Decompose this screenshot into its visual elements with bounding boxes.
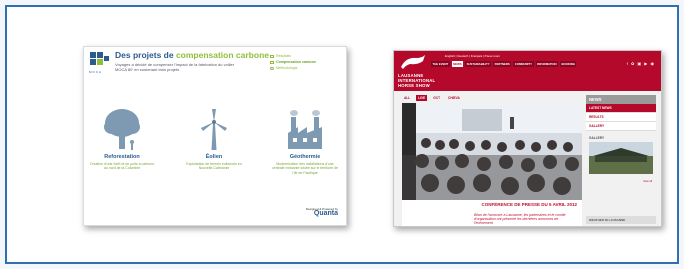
footer-brand: Quanta (313, 209, 338, 217)
tab-live[interactable]: LIVE (416, 95, 428, 101)
view-all-link[interactable]: View all (586, 180, 656, 183)
tree-icon (104, 109, 140, 150)
sidebar-item-gallery[interactable]: GALLERY (586, 122, 656, 131)
gallery-heading: GALLERY (589, 136, 605, 140)
brand-line: HORSE SHOW (398, 83, 430, 88)
project-desc: Modernisation des installations d'une ce… (272, 162, 338, 175)
sidebar-item-results[interactable]: RESULTS (586, 113, 656, 122)
title-part1: Des projets de (115, 50, 176, 60)
wind-turbine-icon (201, 109, 227, 150)
gallery-thumbnail[interactable] (589, 142, 653, 174)
factory-icon (288, 110, 322, 149)
news-tabs: ALL LIVE GCT CHIEVA (402, 95, 462, 101)
sidebar-header: NEWS (586, 95, 656, 104)
caption-title: CONFÉRENCE DE PRESSE DU 5 AVRIL 2012 (481, 202, 577, 207)
project-title: Reforestation (104, 154, 140, 160)
tab-gct[interactable]: GCT (431, 95, 442, 101)
main-menu: THE EVENT NEWS SUSTAINABILITY PARTNERS C… (431, 61, 577, 67)
menu-item-sustainability[interactable]: SUSTAINABILITY (465, 61, 492, 67)
quanta-footer[interactable]: Designed & Powered by Quanta (306, 207, 338, 217)
site-header: LAUSANNE INTERNATIONAL HORSE SHOW Englis… (394, 51, 661, 91)
title-part2: compensation carbone (175, 50, 269, 60)
tab-all[interactable]: ALL (402, 95, 412, 101)
menu-item-event[interactable]: THE EVENT (431, 61, 450, 67)
sidebar-item-latest-news[interactable]: LATEST NEWS (586, 104, 656, 113)
side-nav: Résultats Compensation carbone Méthodolo… (270, 53, 316, 71)
nav-item-methodology[interactable]: Méthodologie (270, 65, 316, 71)
project-column-reforestation[interactable]: Reforestation Création d'une forêt et de… (89, 107, 155, 171)
press-conference-photo[interactable] (402, 103, 582, 200)
language-bar[interactable]: English | Deutsch | Français | Press roo… (445, 54, 500, 58)
menu-item-news[interactable]: NEWS (451, 61, 464, 67)
horse-show-screenshot[interactable]: LAUSANNE INTERNATIONAL HORSE SHOW Englis… (393, 50, 662, 227)
brand-logo-icon (90, 52, 109, 65)
menu-item-community[interactable]: COMMUNITY (513, 61, 534, 67)
project-column-wind[interactable]: Éolien Exploitation de fermes éoliennes … (181, 107, 247, 171)
circle-icon (270, 66, 274, 70)
square-icon (270, 60, 274, 64)
carbon-compensation-screenshot[interactable]: MOCA Des projets de compensation carbone… (83, 46, 347, 226)
news-sidebar: NEWS LATEST NEWS RESULTS GALLERY GALLERY… (586, 95, 656, 183)
menu-item-information[interactable]: INFORMATION (535, 61, 559, 67)
brand-name: LAUSANNE INTERNATIONAL HORSE SHOW (398, 73, 435, 88)
square-icon (270, 54, 274, 58)
menu-item-partners[interactable]: PARTNERS (493, 61, 512, 67)
horse-logo-icon (401, 55, 425, 69)
project-title: Éolien (205, 154, 223, 160)
project-desc: Exploitation de fermes éoliennes en Nouv… (186, 162, 242, 171)
page-frame: MOCA Des projets de compensation carbone… (5, 5, 679, 264)
project-column-geothermal[interactable]: Géothermie Modernisation des installatio… (272, 107, 338, 175)
project-desc: Création d'une forêt et de puits à carbo… (89, 162, 155, 171)
menu-item-booking[interactable]: BOOKING (560, 61, 577, 67)
social-icons[interactable]: f ✿ ▣ ▶ ◉ (627, 61, 655, 66)
logo-text: MOCA (89, 70, 102, 74)
nav-label: Méthodologie (276, 66, 298, 70)
caption-body: Bilan de l'annonce à Lausanne, les parte… (474, 213, 566, 226)
intro-text: Voyages a décidé de compenser l'impact d… (115, 62, 235, 72)
page-title: Des projets de compensation carbone (115, 50, 269, 60)
project-title: Géothermie (289, 154, 321, 160)
tab-chieva[interactable]: CHIEVA (446, 95, 462, 101)
weather-heading: WEATHER IN LAUSANNE (586, 216, 656, 224)
